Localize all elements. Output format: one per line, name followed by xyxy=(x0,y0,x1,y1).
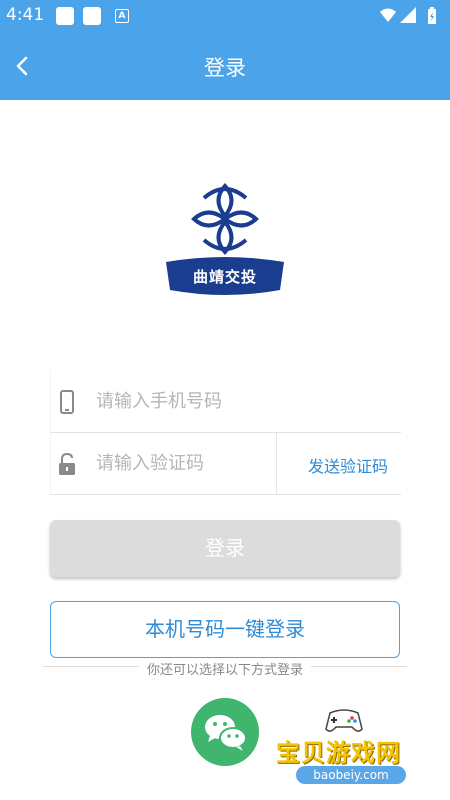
phone-icon xyxy=(60,390,74,414)
code-field: 发送验证码 xyxy=(50,433,401,495)
wechat-login-button[interactable] xyxy=(191,698,259,766)
status-bar: 4:41 A xyxy=(0,0,450,32)
login-button[interactable]: 登录 xyxy=(50,520,400,577)
a-notification-icon: A xyxy=(115,9,129,23)
wechat-icon xyxy=(205,715,247,751)
wifi-icon xyxy=(380,8,396,22)
one-key-login-button[interactable]: 本机号码一键登录 xyxy=(50,601,400,658)
logo: 曲靖交投 xyxy=(164,182,286,296)
watermark-url: baobeiy.com xyxy=(296,766,406,784)
phone-field xyxy=(50,371,401,433)
battery-charging-icon xyxy=(428,7,436,24)
other-methods-text: 你还可以选择以下方式登录 xyxy=(138,663,311,678)
other-methods-label: 你还可以选择以下方式登录 xyxy=(0,659,450,678)
send-code-button[interactable]: 发送验证码 xyxy=(308,453,388,477)
watermark: 宝贝游戏网 baobeiy.com xyxy=(276,705,416,795)
gamepad-icon xyxy=(325,709,363,732)
signal-icon xyxy=(400,7,416,23)
status-time: 4:41 xyxy=(6,5,45,25)
field-divider xyxy=(276,433,277,494)
notification-icon xyxy=(56,7,74,25)
app-bar: 登录 xyxy=(0,32,450,100)
code-input[interactable] xyxy=(96,447,266,479)
status-icons xyxy=(380,7,436,24)
phone-input[interactable] xyxy=(96,385,336,417)
lock-icon xyxy=(59,452,75,475)
page-title: 登录 xyxy=(204,56,246,80)
notification-icon xyxy=(83,7,101,25)
logo-text: 曲靖交投 xyxy=(192,268,257,286)
watermark-text: 宝贝游戏网 xyxy=(276,739,401,767)
